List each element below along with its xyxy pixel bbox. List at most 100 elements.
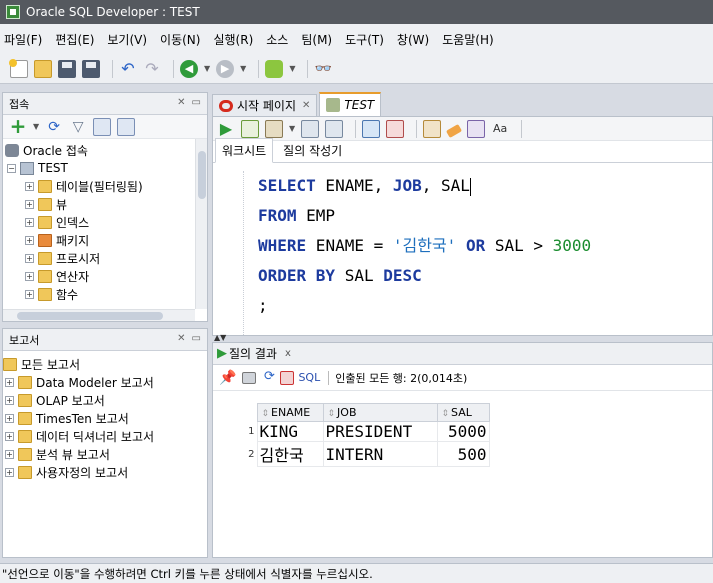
back-icon[interactable]: ◀ bbox=[180, 59, 198, 78]
text-case-icon[interactable]: Aa bbox=[491, 120, 509, 138]
refresh-icon[interactable]: ⟳ bbox=[260, 369, 278, 387]
connections-horizontal-scrollbar[interactable] bbox=[3, 309, 195, 321]
menu-edit[interactable]: 편집(E) bbox=[55, 31, 94, 48]
undo-icon[interactable]: ↶ bbox=[119, 59, 137, 78]
menu-window[interactable]: 창(W) bbox=[397, 31, 429, 48]
tree-item-tables[interactable]: + 테이블(필터링됨) bbox=[3, 177, 195, 195]
expand-icon[interactable]: + bbox=[5, 413, 14, 423]
minimize-icon[interactable]: ✕ bbox=[177, 333, 185, 344]
chevron-down-icon[interactable]: ▼ bbox=[289, 64, 295, 73]
sql-tuning-icon[interactable] bbox=[325, 119, 344, 138]
report-item-timesten[interactable]: + TimesTen 보고서 bbox=[3, 409, 207, 427]
cell-ename[interactable]: 김한국 bbox=[256, 441, 324, 467]
cell-job[interactable]: PRESIDENT bbox=[322, 421, 438, 442]
report-item-olap[interactable]: + OLAP 보고서 bbox=[3, 391, 207, 409]
sort-icon[interactable]: ⇕ bbox=[442, 409, 450, 419]
report-item-user-defined[interactable]: + 사용자정의 보고서 bbox=[3, 463, 207, 481]
add-connection-icon[interactable]: + bbox=[9, 116, 27, 136]
chevron-down-icon[interactable]: ▼ bbox=[204, 64, 210, 73]
cell-sal[interactable]: 5000 bbox=[436, 421, 490, 442]
tab-worksheet[interactable]: 워크시트 bbox=[215, 138, 274, 163]
save-all-icon[interactable] bbox=[82, 59, 100, 78]
close-icon[interactable]: ✕ bbox=[302, 100, 310, 111]
menu-view[interactable]: 보기(V) bbox=[107, 31, 147, 48]
binoculars-icon[interactable]: 👓 bbox=[314, 60, 332, 78]
report-item-analytic-view[interactable]: + 분석 뷰 보고서 bbox=[3, 445, 207, 463]
expand-icon[interactable]: + bbox=[25, 181, 34, 191]
tree-root[interactable]: 모든 보고서 bbox=[3, 355, 207, 373]
sql-link[interactable]: SQL bbox=[298, 371, 320, 384]
menu-tools[interactable]: 도구(T) bbox=[345, 31, 384, 48]
expand-icon[interactable]: + bbox=[5, 377, 14, 387]
table-row[interactable]: 2 김한국 INTERN 500 bbox=[213, 441, 490, 467]
save-icon[interactable] bbox=[58, 59, 76, 78]
sql-history-icon[interactable] bbox=[467, 119, 486, 138]
filter-icon[interactable]: ▽ bbox=[69, 118, 87, 136]
new-file-icon[interactable] bbox=[9, 58, 28, 78]
restore-icon[interactable]: ▭ bbox=[192, 333, 201, 344]
expand-icon[interactable]: + bbox=[5, 467, 14, 477]
tab-query-result[interactable]: ▶ 질의 결과 x bbox=[217, 345, 291, 362]
delete-icon[interactable] bbox=[280, 370, 295, 385]
report-item-data-modeler[interactable]: + Data Modeler 보고서 bbox=[3, 373, 207, 391]
rollback-icon[interactable] bbox=[386, 119, 405, 138]
expand-icon[interactable]: + bbox=[25, 199, 34, 209]
explain-plan-icon[interactable] bbox=[301, 119, 320, 138]
tab-query-builder[interactable]: 질의 작성기 bbox=[277, 139, 348, 162]
expand-icon[interactable]: + bbox=[25, 217, 34, 227]
schema-browser-icon[interactable] bbox=[93, 117, 112, 136]
sort-icon[interactable]: ⇕ bbox=[262, 409, 270, 419]
expand-icon[interactable]: + bbox=[5, 449, 14, 459]
tree-item-packages[interactable]: + 패키지 bbox=[3, 231, 195, 249]
column-header-sal[interactable]: ⇕ SAL bbox=[436, 403, 490, 422]
forward-icon[interactable]: ▶ bbox=[216, 59, 235, 78]
tree-item-views[interactable]: + 뷰 bbox=[3, 195, 195, 213]
minimize-icon[interactable]: ✕ bbox=[177, 97, 185, 108]
expand-icon[interactable]: + bbox=[25, 271, 34, 281]
column-header-ename[interactable]: ⇕ ENAME bbox=[256, 403, 324, 422]
expand-icon[interactable]: + bbox=[25, 289, 34, 299]
run-script-icon[interactable] bbox=[241, 119, 259, 138]
connections-vertical-scrollbar[interactable] bbox=[195, 139, 207, 309]
chevron-down-icon[interactable]: ▼ bbox=[33, 122, 39, 131]
expand-icon[interactable]: + bbox=[5, 395, 14, 405]
table-row[interactable]: 1 KING PRESIDENT 5000 bbox=[213, 421, 490, 442]
menu-source[interactable]: 소스 bbox=[266, 31, 288, 48]
commit-icon[interactable] bbox=[362, 119, 381, 138]
open-folder-icon[interactable] bbox=[34, 59, 52, 78]
tab-test-worksheet[interactable]: TEST bbox=[319, 92, 382, 116]
clear-icon[interactable] bbox=[446, 123, 463, 138]
collapse-icon[interactable] bbox=[117, 117, 136, 136]
tree-item-functions[interactable]: + 함수 bbox=[3, 285, 195, 303]
unshared-sql-icon[interactable] bbox=[423, 119, 442, 138]
tree-item-procedures[interactable]: + 프로시저 bbox=[3, 249, 195, 267]
scrollbar-thumb[interactable] bbox=[198, 151, 206, 199]
tree-item-indexes[interactable]: + 인덱스 bbox=[3, 213, 195, 231]
splitter-arrows-icon[interactable]: ▲▼ bbox=[214, 333, 226, 342]
expand-icon[interactable]: + bbox=[25, 235, 34, 245]
tree-root[interactable]: Oracle 접속 bbox=[3, 141, 195, 159]
menu-help[interactable]: 도움말(H) bbox=[442, 31, 494, 48]
column-header-job[interactable]: ⇕ JOB bbox=[322, 403, 438, 422]
menu-navigate[interactable]: 이동(N) bbox=[160, 31, 200, 48]
menu-team[interactable]: 팀(M) bbox=[301, 31, 332, 48]
cell-sal[interactable]: 500 bbox=[436, 441, 490, 467]
run-statement-icon[interactable]: ▶ bbox=[217, 119, 235, 138]
autotrace-icon[interactable] bbox=[265, 119, 283, 138]
menu-run[interactable]: 실행(R) bbox=[213, 31, 253, 48]
restore-icon[interactable]: ▭ bbox=[192, 97, 201, 108]
pin-icon[interactable]: 📌 bbox=[219, 370, 236, 386]
tab-start-page[interactable]: 시작 페이지 ✕ bbox=[212, 94, 318, 116]
cell-ename[interactable]: KING bbox=[256, 421, 324, 442]
report-item-data-dictionary[interactable]: + 데이터 딕셔너리 보고서 bbox=[3, 427, 207, 445]
scrollbar-thumb[interactable] bbox=[17, 312, 163, 320]
redo-icon[interactable]: ↷ bbox=[143, 59, 161, 78]
expand-icon[interactable]: + bbox=[5, 431, 14, 441]
tree-connection[interactable]: − TEST bbox=[3, 159, 195, 177]
menu-file[interactable]: 파일(F) bbox=[4, 31, 42, 48]
chevron-down-icon[interactable]: ▼ bbox=[240, 64, 246, 73]
print-icon[interactable] bbox=[242, 371, 257, 384]
tree-item-operators[interactable]: + 연산자 bbox=[3, 267, 195, 285]
close-icon[interactable]: x bbox=[285, 348, 291, 359]
collapse-icon[interactable]: − bbox=[7, 163, 16, 173]
